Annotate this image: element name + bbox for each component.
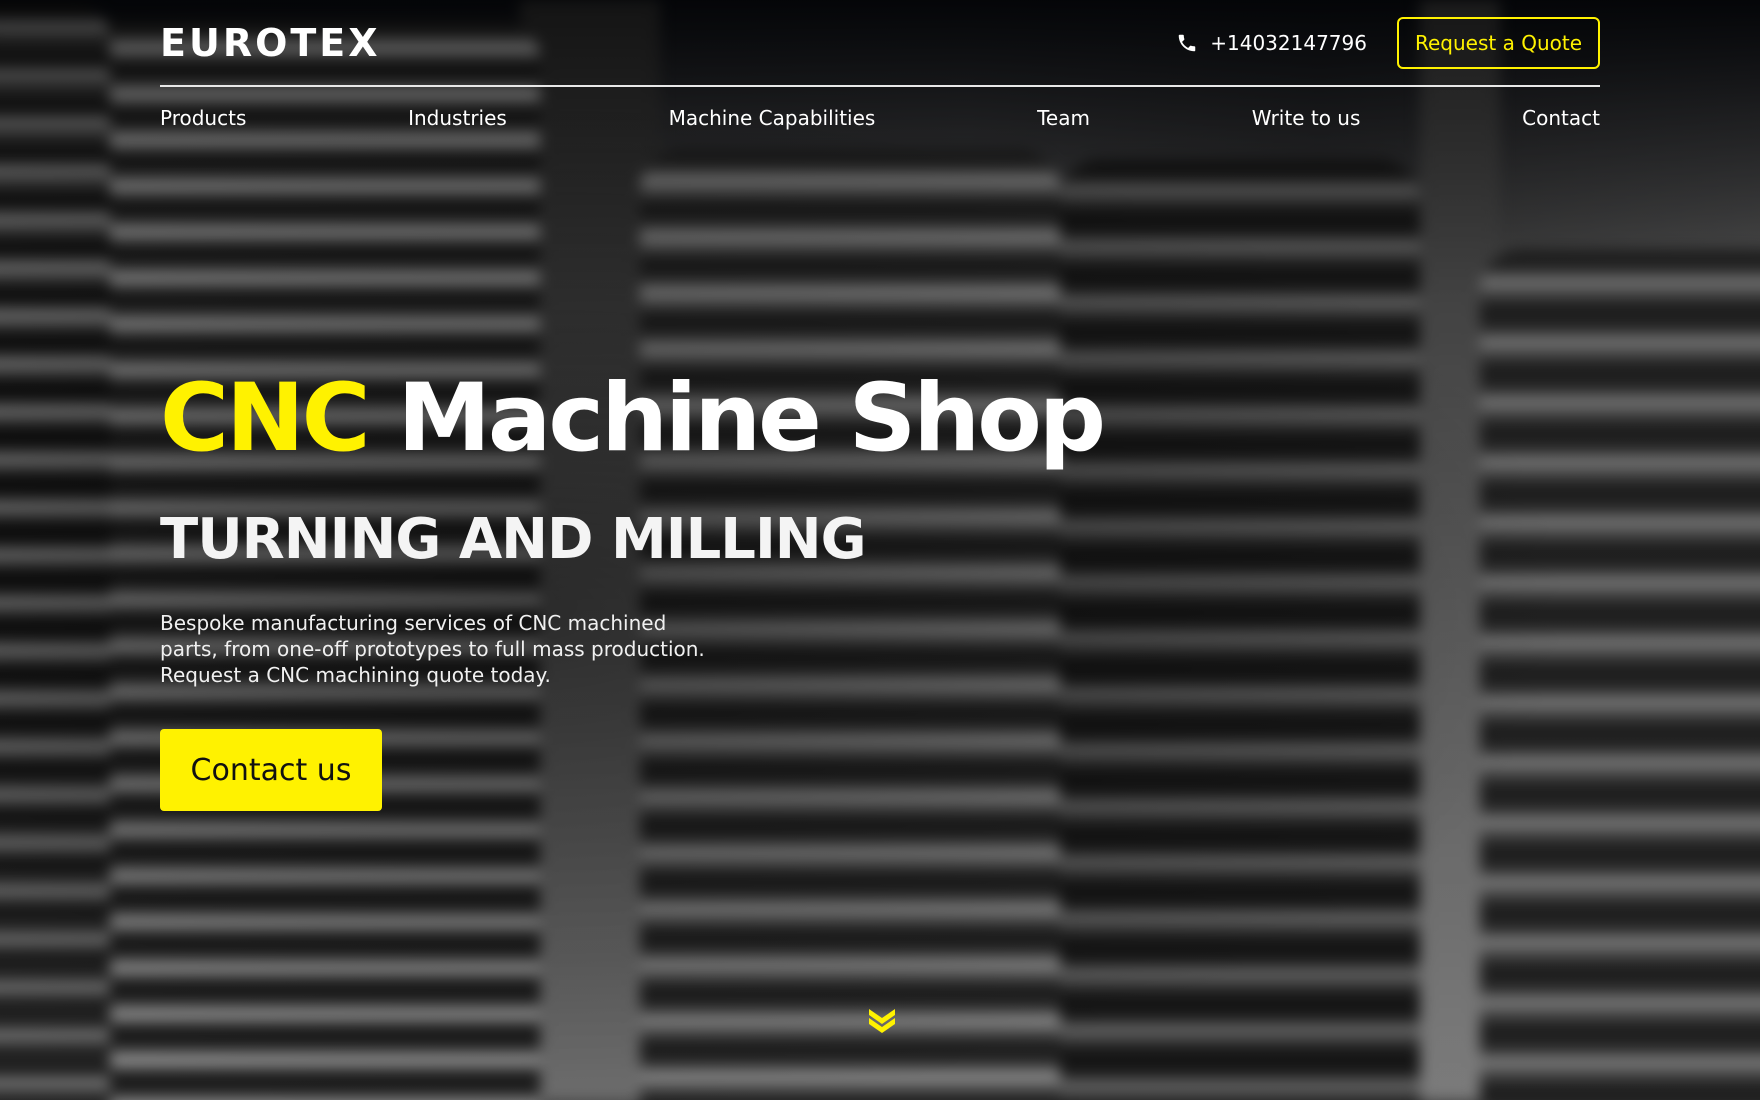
description-line: parts, from one-off prototypes to full m… <box>160 637 705 661</box>
nav-item-write-to-us[interactable]: Write to us <box>1252 106 1361 130</box>
hero-headline: CNC Machine Shop <box>160 372 1106 466</box>
hero-section: EUROTEX +14032147796 Request a Quote Pro… <box>0 0 1760 1100</box>
nav-item-team[interactable]: Team <box>1037 106 1090 130</box>
contact-us-button[interactable]: Contact us <box>160 729 382 811</box>
headline-accent: CNC <box>160 364 371 473</box>
request-quote-button[interactable]: Request a Quote <box>1396 17 1600 69</box>
hero-subheadline: TURNING AND MILLING <box>160 507 867 572</box>
nav-item-products[interactable]: Products <box>160 106 246 130</box>
header-actions: +14032147796 Request a Quote <box>1176 17 1600 69</box>
phone-number: +14032147796 <box>1210 31 1367 55</box>
hero-description: Bespoke manufacturing services of CNC ma… <box>160 610 720 688</box>
headline-rest: Machine Shop <box>397 364 1106 473</box>
nav-item-contact[interactable]: Contact <box>1522 106 1600 130</box>
nav-item-industries[interactable]: Industries <box>408 106 507 130</box>
nav-item-machine-capabilities[interactable]: Machine Capabilities <box>669 106 876 130</box>
site-header: EUROTEX +14032147796 Request a Quote <box>160 17 1600 69</box>
phone-link[interactable]: +14032147796 <box>1176 31 1367 55</box>
description-line: Bespoke manufacturing services of CNC ma… <box>160 611 667 635</box>
phone-icon <box>1179 34 1196 52</box>
chevron-double-down-icon[interactable] <box>866 1006 898 1034</box>
header-divider <box>160 85 1600 87</box>
hero-content: EUROTEX +14032147796 Request a Quote Pro… <box>160 0 1600 1100</box>
logo[interactable]: EUROTEX <box>160 21 381 65</box>
description-line: Request a CNC machining quote today. <box>160 663 551 687</box>
main-nav: Products Industries Machine Capabilities… <box>160 106 1600 130</box>
